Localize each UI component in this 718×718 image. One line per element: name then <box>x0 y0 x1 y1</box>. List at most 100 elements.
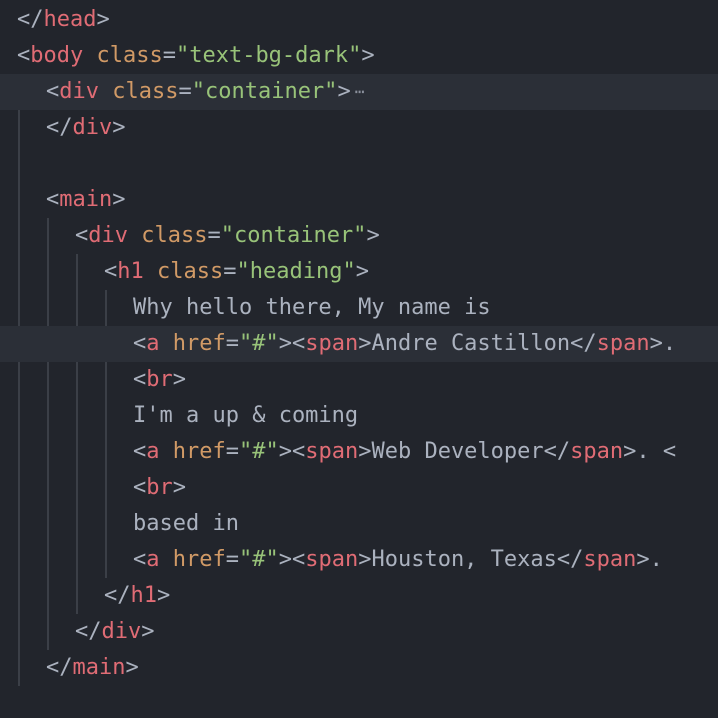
punctuation-token: = <box>162 43 176 68</box>
code-editor[interactable]: </head> <body class="text-bg-dark"> <div c… <box>0 0 718 718</box>
punctuation-token <box>160 331 173 356</box>
code-line-content: Why hello there, My name is <box>133 290 491 326</box>
code-line-content: <div class="container"> <box>75 218 380 254</box>
punctuation-token: > <box>125 655 139 680</box>
punctuation-token: </ <box>17 7 44 32</box>
tag-name-token: div <box>72 115 113 140</box>
code-line-content: <main> <box>46 182 125 218</box>
punctuation-token: < <box>133 331 147 356</box>
punctuation-token: </ <box>556 547 584 572</box>
punctuation-token: < <box>133 367 147 392</box>
punctuation-token: > <box>112 187 126 212</box>
string-token: "container" <box>191 79 338 104</box>
code-line[interactable]: <a href="#"><span>Web Developer</span>. … <box>0 434 718 470</box>
punctuation-token: > <box>112 115 126 140</box>
punctuation-token: > <box>358 547 372 572</box>
tag-name-token: a <box>146 331 160 356</box>
code-line-content: <a href="#"><span>Web Developer</span>. … <box>133 434 676 470</box>
punctuation-token: > <box>157 583 171 608</box>
text-token: based in <box>133 511 239 536</box>
attribute-token: class <box>141 223 208 248</box>
code-line[interactable]: <div class="container"> <box>0 218 718 254</box>
code-line[interactable]: </div> <box>0 110 718 146</box>
tag-name-token: head <box>43 7 97 32</box>
attribute-token: class <box>96 43 163 68</box>
code-line[interactable]: <body class="text-bg-dark"> <box>0 38 718 74</box>
punctuation-token: = <box>223 259 237 284</box>
code-line[interactable] <box>0 686 718 718</box>
string-token: "#" <box>238 439 279 464</box>
tag-name-token: span <box>305 331 359 356</box>
code-line[interactable]: </head> <box>0 2 718 38</box>
code-line[interactable]: <a href="#"><span>Andre Castillon</span>… <box>0 326 718 362</box>
tag-name-token: br <box>146 367 173 392</box>
punctuation-token <box>99 79 112 104</box>
punctuation-token: > <box>361 43 375 68</box>
punctuation-token: > <box>172 475 186 500</box>
punctuation-token: >< <box>278 547 306 572</box>
tag-name-token: div <box>88 223 128 248</box>
tag-name-token: div <box>59 79 99 104</box>
attribute-token: href <box>172 439 226 464</box>
punctuation-token: < <box>46 79 60 104</box>
string-token: "#" <box>238 547 279 572</box>
ellipsis-icon[interactable]: ⋯ <box>355 74 365 110</box>
string-token: "container" <box>220 223 367 248</box>
punctuation-token: >. <box>649 331 677 356</box>
code-line[interactable]: </main> <box>0 650 718 686</box>
string-token: "#" <box>238 331 279 356</box>
code-line[interactable]: based in <box>0 506 718 542</box>
tag-name-token: a <box>146 547 160 572</box>
tag-name-token: main <box>72 655 126 680</box>
code-line-content: <br> <box>133 470 186 506</box>
tag-name-token: span <box>596 331 650 356</box>
text-token: Web Developer <box>371 439 544 464</box>
attribute-token: class <box>157 259 224 284</box>
code-line-content: </main> <box>46 650 139 686</box>
code-line-content: based in <box>133 506 239 542</box>
punctuation-token: = <box>225 439 239 464</box>
punctuation-token <box>128 223 141 248</box>
code-line[interactable]: <a href="#"><span>Houston, Texas</span>. <box>0 542 718 578</box>
punctuation-token: = <box>207 223 221 248</box>
punctuation-token: > <box>366 223 380 248</box>
code-line[interactable]: <br> <box>0 362 718 398</box>
punctuation-token <box>160 439 173 464</box>
tag-name-token: span <box>305 547 359 572</box>
punctuation-token: >< <box>278 331 306 356</box>
punctuation-token: </ <box>543 439 571 464</box>
code-line[interactable]: <br> <box>0 470 718 506</box>
punctuation-token: >. < <box>623 439 677 464</box>
punctuation-token: < <box>46 187 60 212</box>
code-line[interactable]: <div class="container"> ⋯ <box>0 74 718 110</box>
tag-name-token: h1 <box>130 583 158 608</box>
code-line[interactable]: <h1 class="heading"> <box>0 254 718 290</box>
code-line[interactable]: I'm a up & coming <box>0 398 718 434</box>
text-token: Why hello there, My name is <box>133 295 491 320</box>
code-line[interactable]: </div> <box>0 614 718 650</box>
punctuation-token: </ <box>104 583 131 608</box>
code-line[interactable]: </h1> <box>0 578 718 614</box>
punctuation-token: < <box>133 475 147 500</box>
punctuation-token: > <box>337 79 351 104</box>
code-line[interactable]: Why hello there, My name is <box>0 290 718 326</box>
code-line[interactable]: <main> <box>0 182 718 218</box>
tag-name-token: h1 <box>117 259 144 284</box>
code-line[interactable] <box>0 146 718 182</box>
punctuation-token: </ <box>46 655 73 680</box>
punctuation-token: </ <box>75 619 102 644</box>
code-line-content: <br> <box>133 362 186 398</box>
punctuation-token: </ <box>570 331 597 356</box>
punctuation-token: = <box>178 79 192 104</box>
punctuation-token: >. <box>636 547 663 572</box>
tag-name-token: br <box>146 475 173 500</box>
punctuation-token <box>144 259 157 284</box>
punctuation-token: > <box>172 367 186 392</box>
attribute-token: href <box>172 547 226 572</box>
code-line-content: <a href="#"><span>Andre Castillon</span>… <box>133 326 676 362</box>
tag-name-token: main <box>59 187 113 212</box>
string-token: "heading" <box>236 259 356 284</box>
code-line-content: <div class="container"> ⋯ <box>46 74 364 110</box>
punctuation-token <box>83 43 96 68</box>
tag-name-token: span <box>570 439 624 464</box>
